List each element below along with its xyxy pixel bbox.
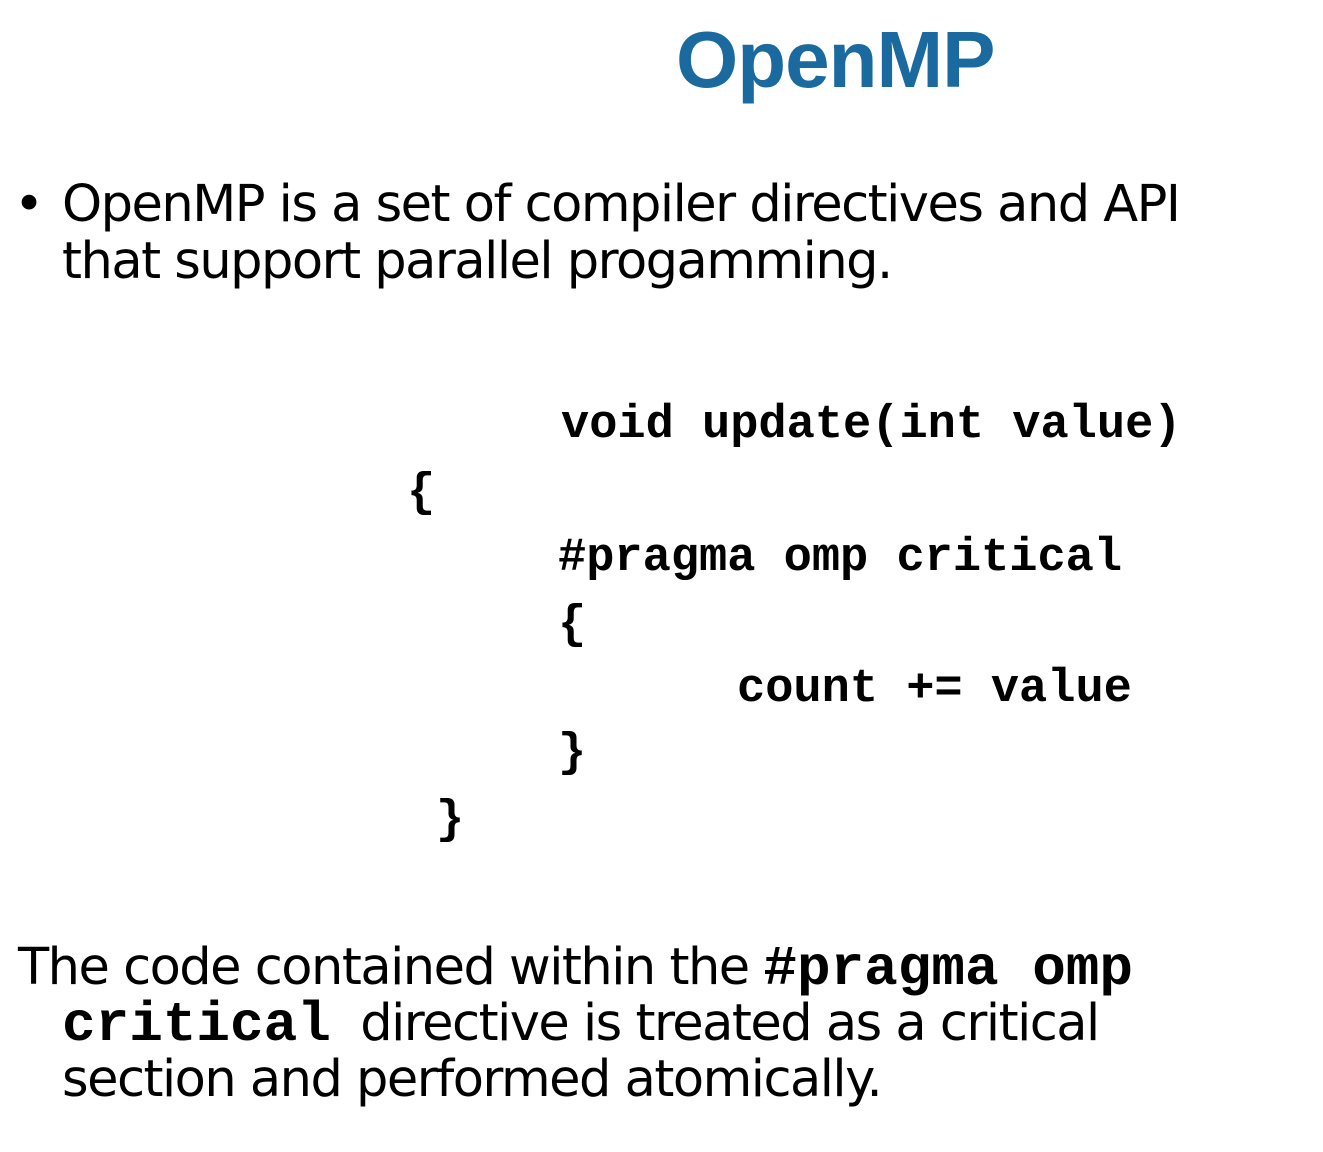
bullet-marker: • [14,175,44,234]
code-line-3: #pragma omp critical [558,532,1123,585]
paragraph-text-1: The code contained within the [18,938,764,997]
bullet-text: OpenMP is a set of compiler directives a… [62,175,1181,291]
code-line-2: { [407,467,436,520]
code-line-1: void update(int value) [561,399,1182,452]
code-line-5: count += value [737,663,1132,716]
inline-code-pragma: #pragma omp [763,937,1134,1001]
bullet-line-2: that support parallel progamming. [62,232,893,291]
paragraph-line-3: section and performed atomically. [62,1050,883,1109]
slide-title: OpenMP [676,15,995,104]
paragraph-line-1: The code contained within the #pragma om… [18,938,1133,998]
paragraph-text-2: directive is treated as a critical [330,994,1100,1053]
paragraph-line-2: critical directive is treated as a criti… [62,994,1100,1054]
code-line-7: } [436,794,465,847]
code-line-6: } [558,727,587,780]
inline-code-critical: critical [62,993,331,1057]
code-line-4: { [558,599,587,652]
slide: OpenMP • OpenMP is a set of compiler dir… [0,0,1323,1152]
bullet-line-1: OpenMP is a set of compiler directives a… [62,175,1181,234]
